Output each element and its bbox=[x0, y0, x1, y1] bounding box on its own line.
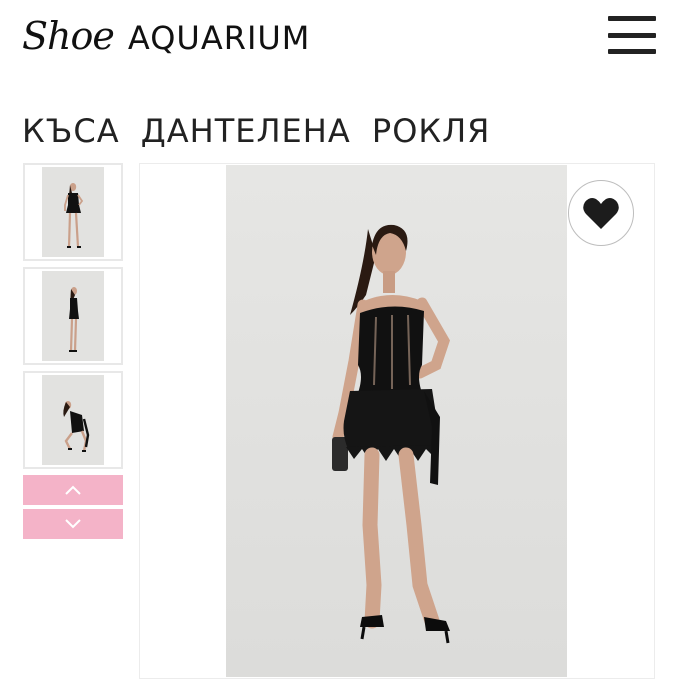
site-logo[interactable]: Shoe AQUARIUM bbox=[22, 8, 310, 64]
main-image-frame bbox=[139, 163, 655, 679]
main-product-image[interactable] bbox=[226, 165, 567, 677]
thumbnails-scroll-down-button[interactable] bbox=[23, 509, 123, 539]
chevron-up-icon bbox=[65, 485, 81, 495]
thumbnail-gallery bbox=[23, 163, 123, 543]
menu-bar bbox=[608, 32, 656, 38]
thumbnail-front[interactable] bbox=[23, 163, 123, 261]
logo-word-text: AQUARIUM bbox=[127, 19, 311, 57]
thumbnail-image bbox=[42, 375, 104, 465]
thumbnail-crouching[interactable] bbox=[23, 371, 123, 469]
thumbnail-image bbox=[42, 167, 104, 257]
thumbnail-side[interactable] bbox=[23, 267, 123, 365]
add-to-favorites-button[interactable] bbox=[568, 180, 634, 246]
chevron-down-icon bbox=[65, 519, 81, 529]
heart-icon bbox=[583, 198, 619, 229]
thumbnails-scroll-up-button[interactable] bbox=[23, 475, 123, 505]
thumbnail-image bbox=[42, 271, 104, 361]
menu-bar bbox=[608, 16, 656, 21]
product-photo bbox=[226, 165, 567, 677]
site-header: Shoe AQUARIUM bbox=[0, 0, 677, 80]
menu-bar bbox=[608, 49, 656, 54]
product-title: КЪСА ДАНТЕЛЕНА РОКЛЯ bbox=[22, 112, 491, 150]
hamburger-icon[interactable] bbox=[608, 16, 656, 54]
logo-script-text: Shoe bbox=[22, 14, 115, 58]
